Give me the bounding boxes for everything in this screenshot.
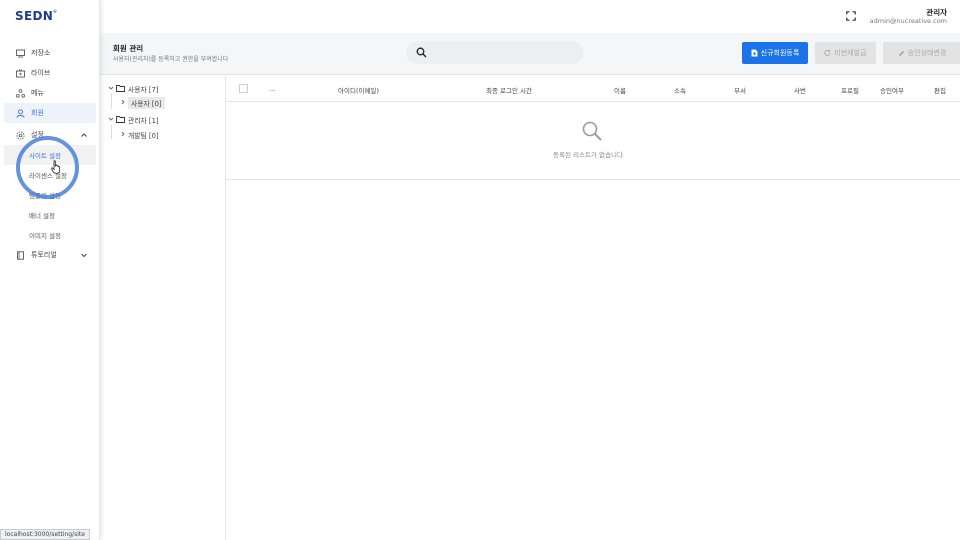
tree-guide-line [111,125,112,139]
sidebar-subitem-label: 라이센스 설정 [29,172,67,180]
column-more: ... [269,85,276,93]
column-affiliation[interactable]: 소속 [674,85,686,95]
chevron-down-icon [108,116,116,124]
user-email: admin@nucreative.com [869,17,947,25]
change-approval-label: 승인상태변경 [907,49,947,57]
brand-logo[interactable]: SEDN® [15,9,57,23]
storage-icon [16,49,25,58]
page-header: 회원 관리 사용자(관리자)를 등록하고 권한을 부여합니다 신규회원등록 비번… [100,33,960,75]
sidebar-item-tutorial[interactable]: 튜토리얼 [4,245,96,265]
sidebar-subitem-template-settings[interactable]: 템플릿 설정 [4,185,96,205]
tree-node-label: 관리자 [1] [128,116,159,125]
reset-password-button[interactable]: 비번재발급 [815,42,876,64]
sidebar-subitem-site-settings[interactable]: 사이트 설정 [4,145,96,165]
column-department[interactable]: 부서 [734,85,746,95]
chevron-right-icon [120,131,128,139]
sidebar-subitem-banner-settings[interactable]: 배너 설정 [4,205,96,225]
top-bar: 관리자 admin@nucreative.com [100,0,960,33]
column-profile: 프로필 [841,87,859,95]
table-header: ... 아이디(이메일) 최종 로그인 시간 이름 소속 부서 사번 프로필 승… [226,76,960,102]
sidebar: SEDN® 저장소 라이브 메뉴 회원 설정 사이트 설정 라이센스 설정 템플… [0,0,100,540]
sidebar-item-label: 설정 [31,131,44,139]
member-icon [16,108,25,118]
column-name[interactable]: 이름 [614,85,626,95]
book-icon [16,250,25,260]
search-icon [416,47,427,58]
live-icon [16,68,25,78]
hand-cursor-icon [51,160,61,174]
sidebar-item-label: 저장소 [31,49,51,57]
pencil-icon [898,49,905,57]
search-icon [581,120,603,142]
add-document-icon [751,49,758,57]
member-table: ... 아이디(이메일) 최종 로그인 시간 이름 소속 부서 사번 프로필 승… [226,76,960,180]
empty-state: 등록된 리스트가 없습니다. [226,102,960,180]
sidebar-item-storage[interactable]: 저장소 [4,43,96,63]
group-tree: 사용자 [7] 사용자 [0] 관리자 [1] 개발팀 [0] [100,76,226,540]
sidebar-subitem-label: 템플릿 설정 [29,192,61,200]
sidebar-item-label: 튜토리얼 [31,251,57,259]
reset-password-label: 비번재발급 [834,49,867,57]
column-employee-number[interactable]: 사번 [794,85,806,95]
fullscreen-icon[interactable] [846,11,856,21]
chevron-right-icon [120,99,128,107]
refresh-icon [824,49,831,57]
tree-node-users-sub[interactable]: 사용자 [0] [120,96,165,109]
column-last-login[interactable]: 최종 로그인 시간 [486,85,532,95]
search-input[interactable] [406,41,583,64]
register-member-label: 신규회원등록 [760,49,800,57]
page-subtitle: 사용자(관리자)를 등록하고 권한을 부여합니다 [113,56,229,63]
menu-icon [16,88,25,98]
folder-icon [116,85,125,92]
sidebar-subitem-label: 사이트 설정 [29,152,61,160]
select-all-checkbox[interactable] [239,84,248,93]
sidebar-nav: 저장소 라이브 메뉴 회원 설정 사이트 설정 라이센스 설정 템플릿 설정 배… [4,43,96,265]
sidebar-item-menu[interactable]: 메뉴 [4,83,96,103]
chevron-down-icon [108,85,116,93]
chevron-down-icon [80,251,88,259]
tree-node-label: 사용자 [0] [128,96,165,109]
register-member-button[interactable]: 신규회원등록 [742,42,808,64]
tree-node-users[interactable]: 사용자 [7] [108,82,159,95]
tree-node-label: 사용자 [7] [128,85,159,94]
chevron-up-icon [80,131,88,139]
change-approval-button[interactable]: 승인상태변경 [883,42,960,64]
sidebar-item-live[interactable]: 라이브 [4,63,96,83]
gear-icon [16,131,25,140]
sidebar-item-member[interactable]: 회원 [4,103,96,123]
column-edit: 편집 [934,87,946,95]
folder-icon [116,116,125,123]
sidebar-subitem-license-settings[interactable]: 라이센스 설정 [4,165,96,185]
sidebar-item-settings[interactable]: 설정 [4,125,96,145]
empty-message: 등록된 리스트가 없습니다. [553,151,625,159]
sidebar-subitem-label: 배너 설정 [29,212,55,220]
column-approval[interactable]: 승인여부 [880,85,904,95]
column-id-email[interactable]: 아이디(이메일) [338,85,379,95]
tree-node-admins[interactable]: 관리자 [1] [108,113,159,126]
sidebar-item-label: 회원 [31,109,44,117]
tree-node-dev-team[interactable]: 개발팀 [0] [120,128,159,141]
sidebar-item-label: 메뉴 [31,89,44,97]
status-url: localhost:3000/setting/site [0,529,90,540]
sidebar-subitem-label: 이미지 설정 [29,232,61,240]
page-title: 회원 관리 [113,44,144,53]
tree-node-label: 개발팀 [0] [128,131,159,140]
tree-guide-line [111,93,112,109]
sidebar-subitem-image-settings[interactable]: 이미지 설정 [4,225,96,245]
sidebar-item-label: 라이브 [31,69,51,77]
